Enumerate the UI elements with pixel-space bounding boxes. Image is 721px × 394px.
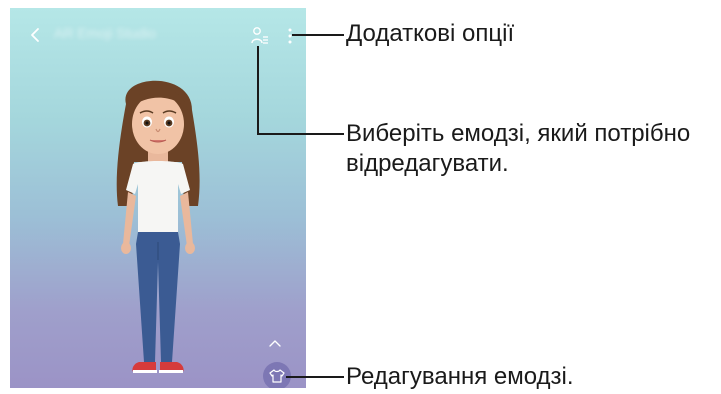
callout-select-emoji-line1: Виберіть емодзі, який потрібно: [346, 120, 691, 147]
callout-line-select: [257, 46, 344, 135]
callout-select-emoji: Виберіть емодзі, який потрібно відредагу…: [346, 119, 690, 179]
callout-select-emoji-line2: відредагувати.: [346, 150, 509, 177]
callout-edit-emoji: Редагування емодзі.: [346, 363, 574, 390]
callout-lines: [257, 34, 344, 378]
callout-more-options: Додаткові опції: [346, 20, 515, 47]
